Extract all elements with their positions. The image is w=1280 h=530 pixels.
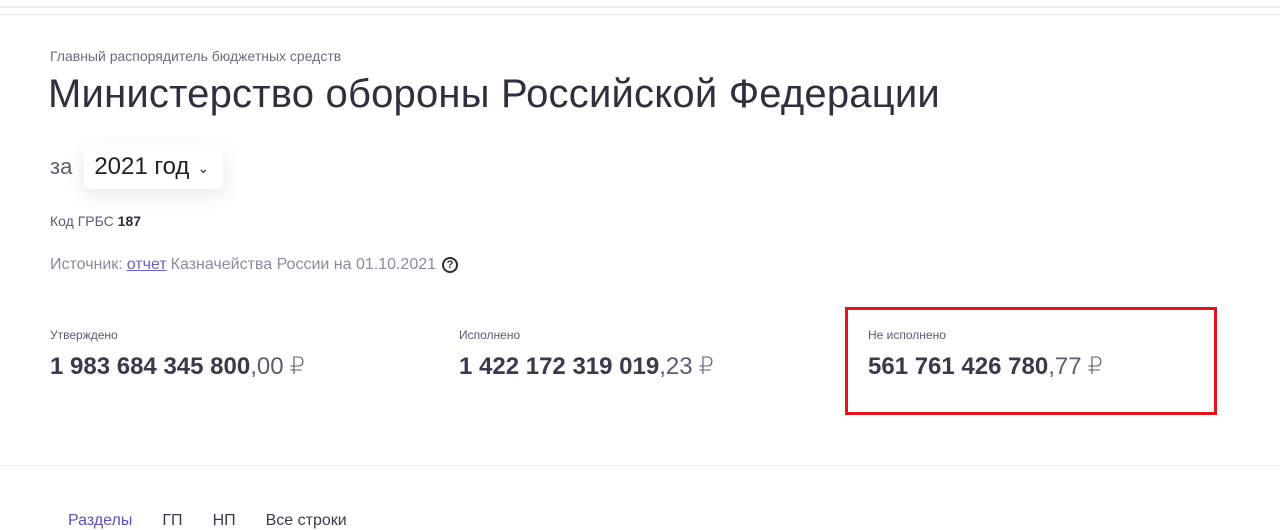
source-report-link[interactable]: отчет xyxy=(127,256,167,274)
grbs-code-label: Код ГРБС xyxy=(50,213,114,229)
page-subtitle: Главный распорядитель бюджетных средств xyxy=(50,48,342,64)
grbs-code: Код ГРБС 187 xyxy=(50,213,141,229)
tab-np[interactable]: НП xyxy=(213,512,236,530)
metric-fraction: ,23 xyxy=(659,353,693,380)
tab-gp[interactable]: ГП xyxy=(162,512,182,530)
help-icon[interactable]: ? xyxy=(442,257,459,273)
metric-integer: 1 983 684 345 800 xyxy=(50,353,251,380)
source-row: Источник: отчет Казначейства России на 0… xyxy=(50,256,459,274)
tabs: Разделы ГП НП Все строки xyxy=(68,512,347,530)
ruble-icon: ₽ xyxy=(698,353,714,380)
year-select[interactable]: 2021 год ⌄ xyxy=(84,145,224,189)
grbs-code-value: 187 xyxy=(117,213,142,229)
metric-fraction: ,00 xyxy=(250,353,284,380)
source-prefix: Источник: xyxy=(50,256,123,273)
metric-approved: Утверждено 1 983 684 345 800,00 ₽ xyxy=(50,328,305,381)
page-title: Министерство обороны Российской Федераци… xyxy=(48,72,940,116)
metric-label: Исполнено xyxy=(459,328,521,342)
metric-executed: Исполнено 1 422 172 319 019,23 ₽ xyxy=(459,328,714,381)
metric-integer: 1 422 172 319 019 xyxy=(459,353,660,380)
tab-sections[interactable]: Разделы xyxy=(68,512,132,530)
section-divider xyxy=(0,465,1280,466)
year-row: за 2021 год ⌄ xyxy=(50,145,224,189)
ruble-icon: ₽ xyxy=(289,353,305,380)
chevron-down-icon: ⌄ xyxy=(197,159,210,176)
year-prefix: за xyxy=(50,154,73,179)
source-suffix: Казначейства России на 01.10.2021 xyxy=(170,256,437,273)
year-select-value: 2021 год xyxy=(94,153,190,180)
top-divider xyxy=(0,0,1280,15)
metric-value: 1 983 684 345 800,00 ₽ xyxy=(50,352,305,381)
metric-value: 1 422 172 319 019,23 ₽ xyxy=(459,352,714,381)
highlight-box xyxy=(845,307,1217,415)
metric-label: Утверждено xyxy=(50,328,118,342)
tab-all-rows[interactable]: Все строки xyxy=(266,512,347,530)
